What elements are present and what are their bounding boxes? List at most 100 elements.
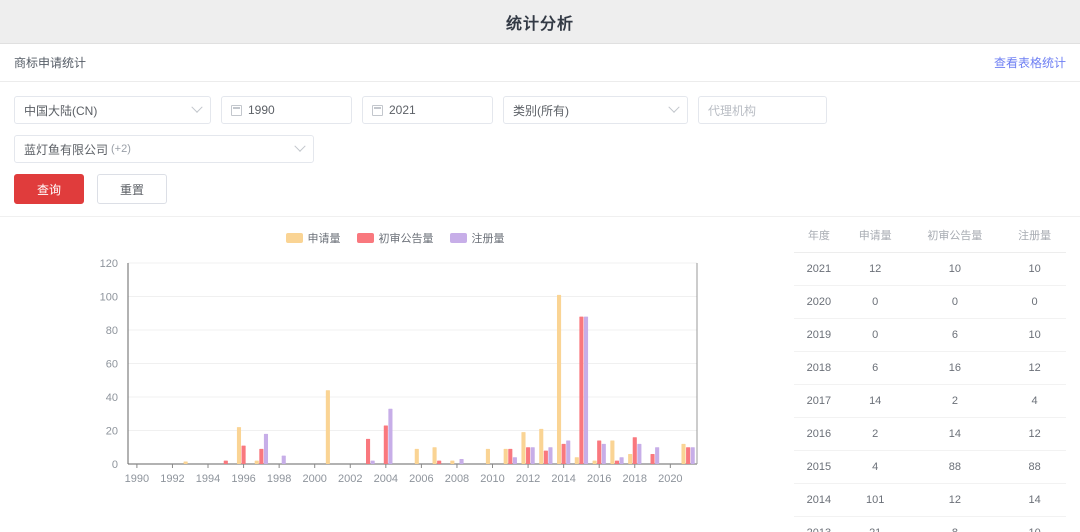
agency-input[interactable]: 代理机构 bbox=[698, 96, 827, 124]
legend-swatch bbox=[449, 233, 467, 243]
table-cell: 4 bbox=[1003, 384, 1066, 418]
table-cell: 0 bbox=[843, 318, 907, 352]
country-select[interactable]: 中国大陆(CN) bbox=[14, 96, 211, 124]
chart-svg: 0 20 40 60 80 100 120 1990 1992 1994 1996 1998 2000 2… bbox=[100, 258, 698, 485]
x-axis-tick-label: 2014 bbox=[551, 473, 575, 485]
filter-panel: 中国大陆(CN) 1990 2021 类别(所有) 代理机构 蓝灯鱼有限公司 (… bbox=[0, 82, 1080, 204]
x-axis-tick-label: 1992 bbox=[160, 473, 184, 485]
legend-item[interactable]: 初审公告量 bbox=[356, 230, 434, 246]
bar bbox=[637, 443, 642, 464]
chart-legend: 申请量 初审公告量 注册量 bbox=[0, 223, 790, 245]
y-axis-tick-label: 40 bbox=[106, 392, 118, 404]
legend-label: 注册量 bbox=[471, 233, 505, 245]
table-column-header: 注册量 bbox=[1003, 217, 1066, 253]
company-select[interactable]: 蓝灯鱼有限公司 (+2) bbox=[14, 135, 314, 163]
bar bbox=[432, 447, 437, 464]
table-row[interactable]: 201321810 bbox=[794, 516, 1066, 532]
bar bbox=[601, 443, 606, 464]
table-row[interactable]: 2018 6 16 12 bbox=[794, 351, 1066, 385]
filter-actions: 查询 重置 bbox=[14, 174, 1066, 204]
x-axis-tick-label: 2004 bbox=[374, 473, 398, 485]
table-cell: 6 bbox=[906, 318, 1004, 352]
table-cell: 2019 bbox=[794, 318, 844, 352]
table-row[interactable]: 2015 4 88 88 bbox=[794, 450, 1066, 484]
bar bbox=[530, 447, 535, 464]
bar bbox=[690, 447, 695, 464]
reset-button[interactable]: 重置 bbox=[97, 174, 167, 204]
filter-row-1: 中国大陆(CN) 1990 2021 类别(所有) 代理机构 bbox=[14, 96, 1066, 124]
table-body: 2021 12 10 10 2020 0 0 0 2019 0 6 10 2018 6 16 12 2017 14… bbox=[794, 252, 1066, 532]
stats-table: 年度 申请量 初审公告量 注册量 2021 12 10 10 2020 0 0 0 2019 0 6 10 2… bbox=[794, 217, 1066, 532]
bar bbox=[370, 460, 375, 464]
bar bbox=[223, 460, 228, 464]
bar bbox=[686, 447, 691, 464]
date-to-input[interactable]: 2021 bbox=[362, 96, 493, 124]
bar bbox=[655, 447, 660, 464]
bar bbox=[574, 457, 579, 464]
table-cell: 4 bbox=[843, 450, 907, 484]
bar bbox=[610, 440, 615, 464]
table-cell: 88 bbox=[1003, 450, 1066, 484]
table-cell: 6 bbox=[843, 351, 907, 385]
company-extra-count: (+2) bbox=[111, 143, 131, 155]
view-table-stats-link[interactable]: 查看表格统计 bbox=[994, 54, 1066, 71]
table-cell: 88 bbox=[906, 450, 1004, 484]
bar bbox=[650, 453, 655, 464]
bar bbox=[614, 460, 620, 464]
bar bbox=[437, 460, 442, 464]
bar bbox=[263, 433, 269, 464]
table-cell: 12 bbox=[1003, 351, 1066, 385]
x-axis-tick-label: 2000 bbox=[302, 473, 326, 485]
table-row[interactable]: 2021 12 10 10 bbox=[794, 252, 1066, 286]
x-axis-tick-label: 2002 bbox=[338, 473, 362, 485]
bar-chart[interactable]: 0 20 40 60 80 100 120 1990 1992 1994 1996 1998 2000 2… bbox=[0, 245, 790, 495]
bar bbox=[366, 438, 371, 465]
table-column-header: 初审公告量 bbox=[906, 217, 1004, 253]
table-header-row: 年度 申请量 初审公告量 注册量 bbox=[794, 217, 1066, 253]
date-from-value: 1990 bbox=[248, 103, 275, 117]
table-cell: 2013 bbox=[794, 516, 844, 532]
table-row[interactable]: 2017 14 2 4 bbox=[794, 384, 1066, 418]
table-cell: 12 bbox=[843, 252, 907, 286]
bar bbox=[521, 432, 526, 464]
table-cell: 2018 bbox=[794, 351, 844, 385]
y-axis-tick-label: 80 bbox=[106, 325, 118, 337]
x-axis-tick-label: 2020 bbox=[658, 473, 682, 485]
bar bbox=[450, 460, 455, 464]
table-row[interactable]: 2016 2 14 12 bbox=[794, 417, 1066, 451]
legend-item[interactable]: 申请量 bbox=[285, 230, 341, 246]
legend-item[interactable]: 注册量 bbox=[449, 230, 505, 246]
bar bbox=[628, 453, 633, 464]
bar bbox=[254, 460, 259, 464]
content-area: 申请量 初审公告量 注册量 0 20 40 60 80 100 120 1990 1992 1994 1… bbox=[0, 216, 1080, 532]
table-row[interactable]: 2014 101 12 14 bbox=[794, 483, 1066, 517]
table-cell: 8 bbox=[906, 516, 1004, 532]
filter-row-2: 蓝灯鱼有限公司 (+2) bbox=[14, 135, 1066, 163]
bar bbox=[503, 448, 508, 464]
date-from-input[interactable]: 1990 bbox=[221, 96, 352, 124]
legend-label: 申请量 bbox=[307, 233, 341, 245]
category-select[interactable]: 类别(所有) bbox=[503, 96, 688, 124]
bar bbox=[583, 316, 589, 464]
table-column-header: 年度 bbox=[794, 217, 844, 253]
category-value: 类别(所有) bbox=[513, 103, 569, 118]
search-button[interactable]: 查询 bbox=[14, 174, 84, 204]
chevron-down-icon bbox=[294, 140, 306, 152]
bar bbox=[539, 428, 544, 464]
table-cell: 2016 bbox=[794, 417, 844, 451]
y-axis-tick-label: 60 bbox=[106, 359, 118, 371]
table-cell: 2 bbox=[906, 384, 1004, 418]
table-column-header: 申请量 bbox=[843, 217, 907, 253]
table-row[interactable]: 2019 0 6 10 bbox=[794, 318, 1066, 352]
bar bbox=[597, 440, 602, 464]
x-axis-tick-label: 1996 bbox=[231, 473, 255, 485]
chevron-down-icon bbox=[191, 101, 203, 113]
bar bbox=[526, 447, 531, 464]
table-cell: 16 bbox=[906, 351, 1004, 385]
bar bbox=[543, 450, 548, 464]
table-row[interactable]: 2020 0 0 0 bbox=[794, 285, 1066, 319]
bar bbox=[325, 390, 330, 464]
calendar-icon bbox=[231, 104, 242, 116]
section-title: 商标申请统计 bbox=[14, 56, 87, 70]
x-axis-tick-label: 1998 bbox=[267, 473, 291, 485]
